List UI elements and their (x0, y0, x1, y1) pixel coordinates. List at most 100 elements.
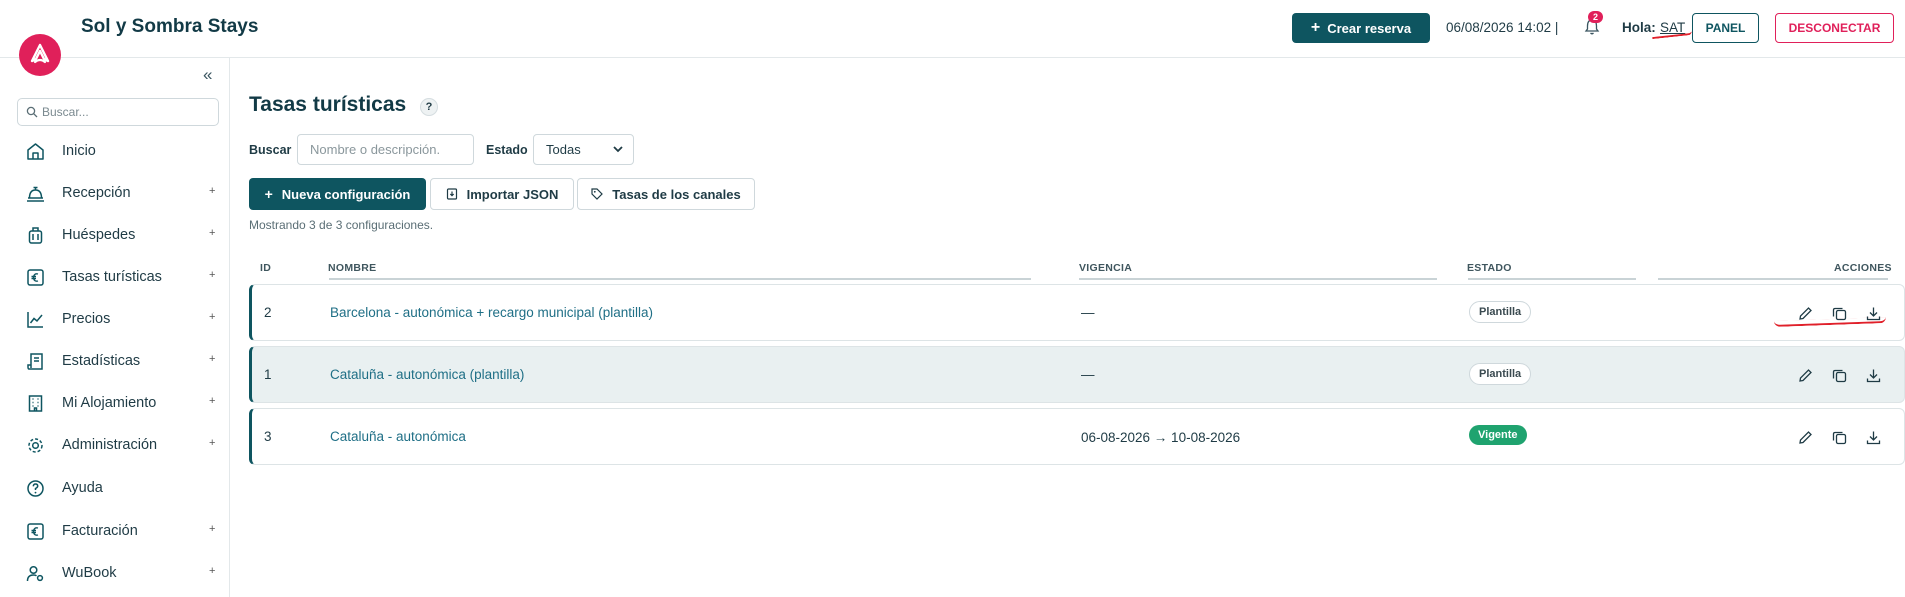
sidebar-item-precios[interactable]: Precios + (0, 301, 230, 337)
building-icon (28, 395, 43, 412)
plus-icon: + (264, 186, 273, 202)
sidebar-item-estadisticas[interactable]: Estadísticas + (0, 343, 230, 379)
sidebar-item-label: Administración (62, 437, 158, 453)
results-count: Mostrando 3 de 3 configuraciones. (249, 218, 434, 232)
home-icon (27, 143, 44, 160)
notifications-badge: 2 (1588, 11, 1604, 23)
import-json-button[interactable]: Importar JSON (430, 178, 574, 210)
search-input[interactable] (297, 134, 474, 165)
expand-icon[interactable]: + (209, 227, 215, 239)
column-header-id: ID (260, 262, 272, 274)
row-id: 1 (264, 367, 272, 382)
chevron-down-icon (613, 146, 623, 153)
import-file-icon (446, 188, 457, 200)
help-icon[interactable]: ? (420, 98, 438, 116)
panel-button[interactable]: PANEL (1692, 13, 1759, 43)
annotation-underline (1651, 30, 1693, 40)
column-header-estado: ESTADO (1467, 262, 1512, 274)
new-config-label: Nueva configuración (281, 186, 411, 202)
greeting-label: Hola: (1622, 20, 1656, 35)
table-row[interactable]: 1 Cataluña - autonómica (plantilla) — Pl… (249, 346, 1905, 403)
expand-icon[interactable]: + (209, 395, 215, 407)
sidebar-item-ayuda[interactable]: Ayuda (0, 470, 230, 506)
header-divider (1079, 278, 1437, 280)
sidebar-item-label: Huéspedes (62, 227, 136, 243)
status-badge: Plantilla (1469, 363, 1532, 385)
download-icon[interactable] (1866, 430, 1881, 445)
sidebar-item-mi-alojamiento[interactable]: Mi Alojamiento + (0, 385, 230, 421)
header-divider (329, 278, 1031, 280)
copy-icon[interactable] (1832, 430, 1847, 445)
bell-service-icon (27, 186, 44, 202)
search-label: Buscar (249, 143, 292, 157)
new-config-button[interactable]: + Nueva configuración (249, 178, 426, 210)
trend-chart-icon (27, 312, 43, 328)
expand-icon[interactable]: + (209, 437, 215, 449)
expand-icon[interactable]: + (209, 353, 215, 365)
sidebar-item-recepcion[interactable]: Recepción + (0, 175, 230, 211)
sidebar-item-tasas[interactable]: Tasas turísticas + (0, 259, 230, 295)
collapse-sidebar-icon[interactable]: « (203, 65, 212, 85)
expand-icon[interactable]: + (209, 269, 215, 281)
sidebar-item-facturacion[interactable]: Facturación + (0, 513, 230, 549)
euro-icon (27, 523, 44, 540)
help-circle-icon (27, 480, 44, 497)
search-icon (26, 106, 38, 118)
sidebar-item-label: Recepción (62, 185, 131, 201)
sidebar-item-administracion[interactable]: Administración + (0, 427, 230, 463)
estado-select[interactable]: Todas (533, 134, 634, 165)
sidebar-search-input[interactable] (42, 103, 212, 121)
header-divider (1468, 278, 1636, 280)
expand-icon[interactable]: + (209, 311, 215, 323)
column-header-acciones: ACCIONES (1834, 262, 1892, 274)
sidebar-item-label: Mi Alojamiento (62, 395, 157, 411)
row-name-link[interactable]: Cataluña - autonómica (330, 429, 466, 444)
expand-icon[interactable]: + (209, 523, 215, 535)
gear-icon (28, 438, 43, 453)
row-id: 3 (264, 429, 272, 444)
status-badge: Vigente (1469, 425, 1527, 445)
sidebar-item-label: Inicio (62, 143, 96, 159)
sidebar-item-wubook[interactable]: WuBook + (0, 555, 230, 591)
plus-icon: + (1310, 19, 1321, 36)
user-gear-icon (26, 565, 44, 582)
channel-taxes-label: Tasas de los canales (612, 186, 741, 202)
table-row[interactable]: 3 Cataluña - autonómica 06-08-2026 → 10-… (249, 408, 1905, 465)
row-vigencia: — (1081, 367, 1095, 382)
sidebar-item-label: Facturación (62, 523, 138, 539)
logo-icon (30, 43, 50, 64)
brand-title: Sol y Sombra Stays (81, 16, 259, 37)
column-header-nombre: NOMBRE (328, 262, 377, 274)
table-row[interactable]: 2 Barcelona - autonómica + recargo munic… (249, 284, 1905, 341)
luggage-icon (28, 227, 43, 244)
sidebar-search[interactable] (17, 98, 219, 126)
edit-icon[interactable] (1798, 430, 1813, 445)
status-badge: Plantilla (1469, 301, 1532, 323)
download-icon[interactable] (1866, 368, 1881, 383)
sidebar-item-label: Precios (62, 311, 111, 327)
tag-icon (591, 188, 604, 200)
sidebar-item-label: Estadísticas (62, 353, 141, 369)
channel-taxes-button[interactable]: Tasas de los canales (577, 178, 755, 210)
sidebar-item-label: WuBook (62, 565, 117, 581)
row-name-link[interactable]: Cataluña - autonómica (plantilla) (330, 367, 524, 382)
header-divider (1658, 278, 1888, 280)
create-reservation-button[interactable]: + Crear reserva (1292, 13, 1430, 43)
edit-icon[interactable] (1798, 368, 1813, 383)
top-header: Sol y Sombra Stays + Crear reserva 06/08… (0, 0, 1905, 58)
row-id: 2 (264, 305, 272, 320)
sidebar-item-huespedes[interactable]: Huéspedes + (0, 217, 230, 253)
copy-icon[interactable] (1832, 368, 1847, 383)
expand-icon[interactable]: + (209, 565, 215, 577)
sidebar-item-inicio[interactable]: Inicio (0, 133, 230, 169)
import-json-label: Importar JSON (466, 186, 559, 202)
document-icon (27, 353, 43, 370)
app-logo[interactable] (19, 34, 61, 76)
sidebar-item-label: Tasas turísticas (62, 269, 162, 285)
row-name-link[interactable]: Barcelona - autonómica + recargo municip… (330, 305, 653, 320)
page-title: Tasas turísticas (249, 93, 407, 116)
logout-button[interactable]: DESCONECTAR (1775, 13, 1894, 43)
row-vigencia: — (1081, 305, 1095, 320)
estado-label: Estado (486, 143, 528, 157)
expand-icon[interactable]: + (209, 185, 215, 197)
